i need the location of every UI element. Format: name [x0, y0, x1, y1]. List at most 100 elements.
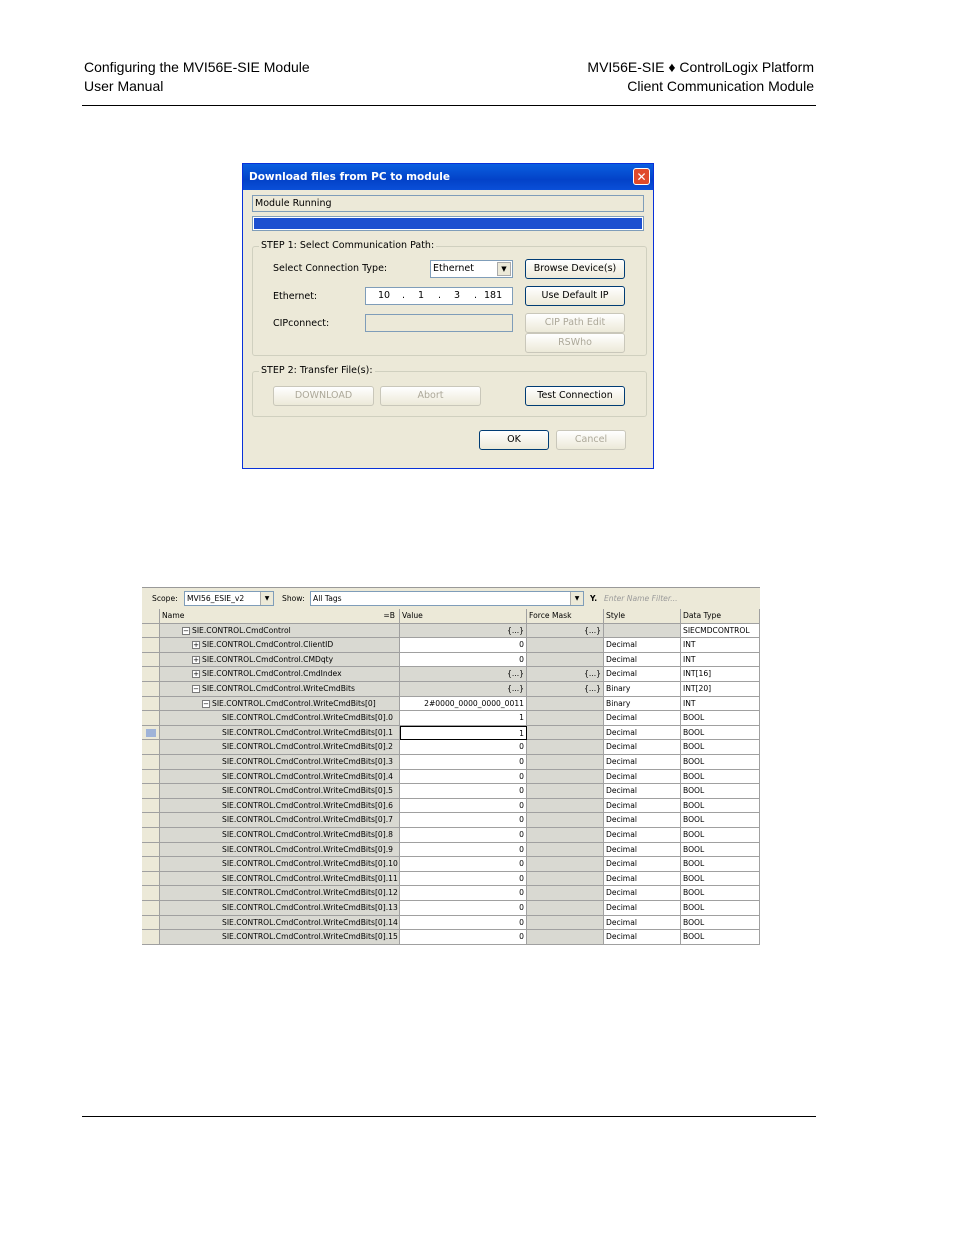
- column-force-mask[interactable]: Force Mask: [527, 609, 604, 624]
- force-mask-cell[interactable]: [527, 813, 604, 828]
- tag-value-cell[interactable]: {...}: [400, 667, 527, 682]
- row-selector[interactable]: [142, 915, 160, 931]
- scope-select[interactable]: MVI56_ESIE_v2 ▼: [184, 591, 274, 606]
- table-row[interactable]: SIE.CONTROL.CmdControl.WriteCmdBits[0].9…: [142, 842, 760, 858]
- tag-value-cell[interactable]: 0: [400, 638, 527, 653]
- force-mask-cell[interactable]: [527, 638, 604, 653]
- table-row[interactable]: SIE.CONTROL.CmdControl.WriteCmdBits[0].1…: [142, 886, 760, 901]
- tag-name-cell[interactable]: SIE.CONTROL.CmdControl.WriteCmdBits[0].1…: [160, 901, 400, 916]
- table-row[interactable]: SIE.CONTROL.CmdControl.WriteCmdBits[0].7…: [142, 813, 760, 828]
- table-row[interactable]: + SIE.CONTROL.CmdControl.ClientID 0 Decimal…: [142, 638, 760, 653]
- style-cell[interactable]: Decimal: [604, 842, 681, 858]
- row-selector[interactable]: [142, 638, 160, 653]
- column-value[interactable]: Value: [400, 609, 527, 624]
- force-mask-cell[interactable]: [527, 828, 604, 843]
- row-selector[interactable]: [142, 696, 160, 712]
- table-row[interactable]: SIE.CONTROL.CmdControl.WriteCmdBits[0].1…: [142, 930, 760, 945]
- style-cell[interactable]: Decimal: [604, 784, 681, 799]
- collapse-icon[interactable]: −: [202, 699, 210, 708]
- force-mask-cell[interactable]: [527, 784, 604, 799]
- tag-value-cell[interactable]: 0: [400, 901, 527, 916]
- style-cell[interactable]: Decimal: [604, 871, 681, 887]
- tag-name-cell[interactable]: − SIE.CONTROL.CmdControl.WriteCmdBits[0]: [160, 696, 400, 712]
- table-row[interactable]: SIE.CONTROL.CmdControl.WriteCmdBits[0].1…: [142, 857, 760, 872]
- expand-icon[interactable]: +: [192, 670, 200, 679]
- filter-icon[interactable]: Y.: [590, 594, 597, 603]
- force-mask-cell[interactable]: {...}: [527, 667, 604, 682]
- style-cell[interactable]: Decimal: [604, 828, 681, 843]
- connection-type-select[interactable]: Ethernet ▼: [430, 260, 513, 278]
- tag-value-cell[interactable]: 0: [400, 828, 527, 843]
- tag-value-cell[interactable]: 0: [400, 857, 527, 872]
- force-mask-cell[interactable]: [527, 755, 604, 770]
- table-row[interactable]: SIE.CONTROL.CmdControl.WriteCmdBits[0].1…: [142, 901, 760, 916]
- scope-chevron-down-icon[interactable]: ▼: [260, 592, 273, 605]
- style-cell[interactable]: Decimal: [604, 740, 681, 755]
- row-selector[interactable]: [142, 886, 160, 901]
- style-cell[interactable]: Decimal: [604, 725, 681, 741]
- sort-icon[interactable]: =B: [383, 609, 395, 623]
- tag-name-cell[interactable]: + SIE.CONTROL.CmdControl.ClientID: [160, 638, 400, 653]
- tag-value-cell[interactable]: 0: [400, 871, 527, 887]
- style-cell[interactable]: Decimal: [604, 755, 681, 770]
- force-mask-cell[interactable]: {...}: [527, 682, 604, 697]
- ip-address-field[interactable]: 10 . 1 . 3 . 181: [365, 287, 513, 305]
- tag-name-cell[interactable]: − SIE.CONTROL.CmdControl.WriteCmdBits: [160, 682, 400, 697]
- row-selector[interactable]: [142, 769, 160, 785]
- row-selector[interactable]: [142, 901, 160, 916]
- force-mask-cell[interactable]: [527, 769, 604, 785]
- style-cell[interactable]: Decimal: [604, 638, 681, 653]
- row-selector[interactable]: [142, 798, 160, 814]
- row-selector[interactable]: [142, 740, 160, 755]
- collapse-icon[interactable]: −: [192, 685, 200, 693]
- test-connection-button[interactable]: Test Connection: [525, 386, 625, 406]
- tag-value-cell[interactable]: 2#0000_0000_0000_0011: [400, 696, 527, 712]
- tag-name-cell[interactable]: SIE.CONTROL.CmdControl.WriteCmdBits[0].1…: [160, 915, 400, 931]
- row-selector[interactable]: [142, 813, 160, 828]
- chevron-down-icon[interactable]: ▼: [497, 262, 511, 276]
- tag-name-cell[interactable]: SIE.CONTROL.CmdControl.WriteCmdBits[0].1…: [160, 871, 400, 887]
- style-cell[interactable]: Decimal: [604, 915, 681, 931]
- table-row[interactable]: − SIE.CONTROL.CmdControl.WriteCmdBits[0] 2…: [142, 696, 760, 712]
- tag-name-cell[interactable]: SIE.CONTROL.CmdControl.WriteCmdBits[0].3: [160, 755, 400, 770]
- style-cell[interactable]: Decimal: [604, 901, 681, 916]
- force-mask-cell[interactable]: [527, 696, 604, 712]
- tag-name-cell[interactable]: SIE.CONTROL.CmdControl.WriteCmdBits[0].0: [160, 711, 400, 726]
- table-row[interactable]: SIE.CONTROL.CmdControl.WriteCmdBits[0].1…: [142, 725, 760, 741]
- ok-button[interactable]: OK: [479, 430, 549, 450]
- tag-name-cell[interactable]: SIE.CONTROL.CmdControl.WriteCmdBits[0].1…: [160, 930, 400, 945]
- tag-value-cell[interactable]: 0: [400, 769, 527, 785]
- style-cell[interactable]: Decimal: [604, 652, 681, 668]
- tag-name-cell[interactable]: SIE.CONTROL.CmdControl.WriteCmdBits[0].2: [160, 740, 400, 755]
- table-row[interactable]: SIE.CONTROL.CmdControl.WriteCmdBits[0].1…: [142, 871, 760, 887]
- tag-value-cell[interactable]: {...}: [400, 682, 527, 697]
- tag-value-cell[interactable]: 0: [400, 930, 527, 945]
- tag-name-cell[interactable]: SIE.CONTROL.CmdControl.WriteCmdBits[0].6: [160, 798, 400, 814]
- browse-devices-button[interactable]: Browse Device(s): [525, 259, 625, 279]
- tag-name-cell[interactable]: SIE.CONTROL.CmdControl.WriteCmdBits[0].1: [160, 725, 400, 741]
- style-cell[interactable]: Decimal: [604, 667, 681, 682]
- style-cell[interactable]: Decimal: [604, 930, 681, 945]
- tag-value-cell[interactable]: 0: [400, 755, 527, 770]
- name-filter-input[interactable]: Enter Name Filter...: [604, 594, 678, 603]
- force-mask-cell[interactable]: [527, 871, 604, 887]
- style-cell[interactable]: Binary: [604, 682, 681, 697]
- tag-value-cell[interactable]: 0: [400, 886, 527, 901]
- force-mask-cell[interactable]: [527, 798, 604, 814]
- row-selector[interactable]: [142, 930, 160, 945]
- force-mask-cell[interactable]: [527, 930, 604, 945]
- row-selector[interactable]: [142, 682, 160, 697]
- style-cell[interactable]: Decimal: [604, 857, 681, 872]
- row-selector[interactable]: [142, 667, 160, 682]
- force-mask-cell[interactable]: [527, 886, 604, 901]
- tag-name-cell[interactable]: SIE.CONTROL.CmdControl.WriteCmdBits[0].1…: [160, 886, 400, 901]
- tag-name-cell[interactable]: SIE.CONTROL.CmdControl.WriteCmdBits[0].1…: [160, 857, 400, 872]
- row-selector[interactable]: [142, 828, 160, 843]
- collapse-icon[interactable]: −: [182, 626, 190, 635]
- ip-octet-1[interactable]: 10: [378, 288, 390, 304]
- table-row[interactable]: + SIE.CONTROL.CmdControl.CMDqty 0 Decimal IN…: [142, 652, 760, 668]
- tag-name-cell[interactable]: + SIE.CONTROL.CmdControl.CmdIndex: [160, 667, 400, 682]
- style-cell[interactable]: Decimal: [604, 813, 681, 828]
- ip-octet-2[interactable]: 1: [418, 288, 424, 304]
- style-cell[interactable]: Binary: [604, 696, 681, 712]
